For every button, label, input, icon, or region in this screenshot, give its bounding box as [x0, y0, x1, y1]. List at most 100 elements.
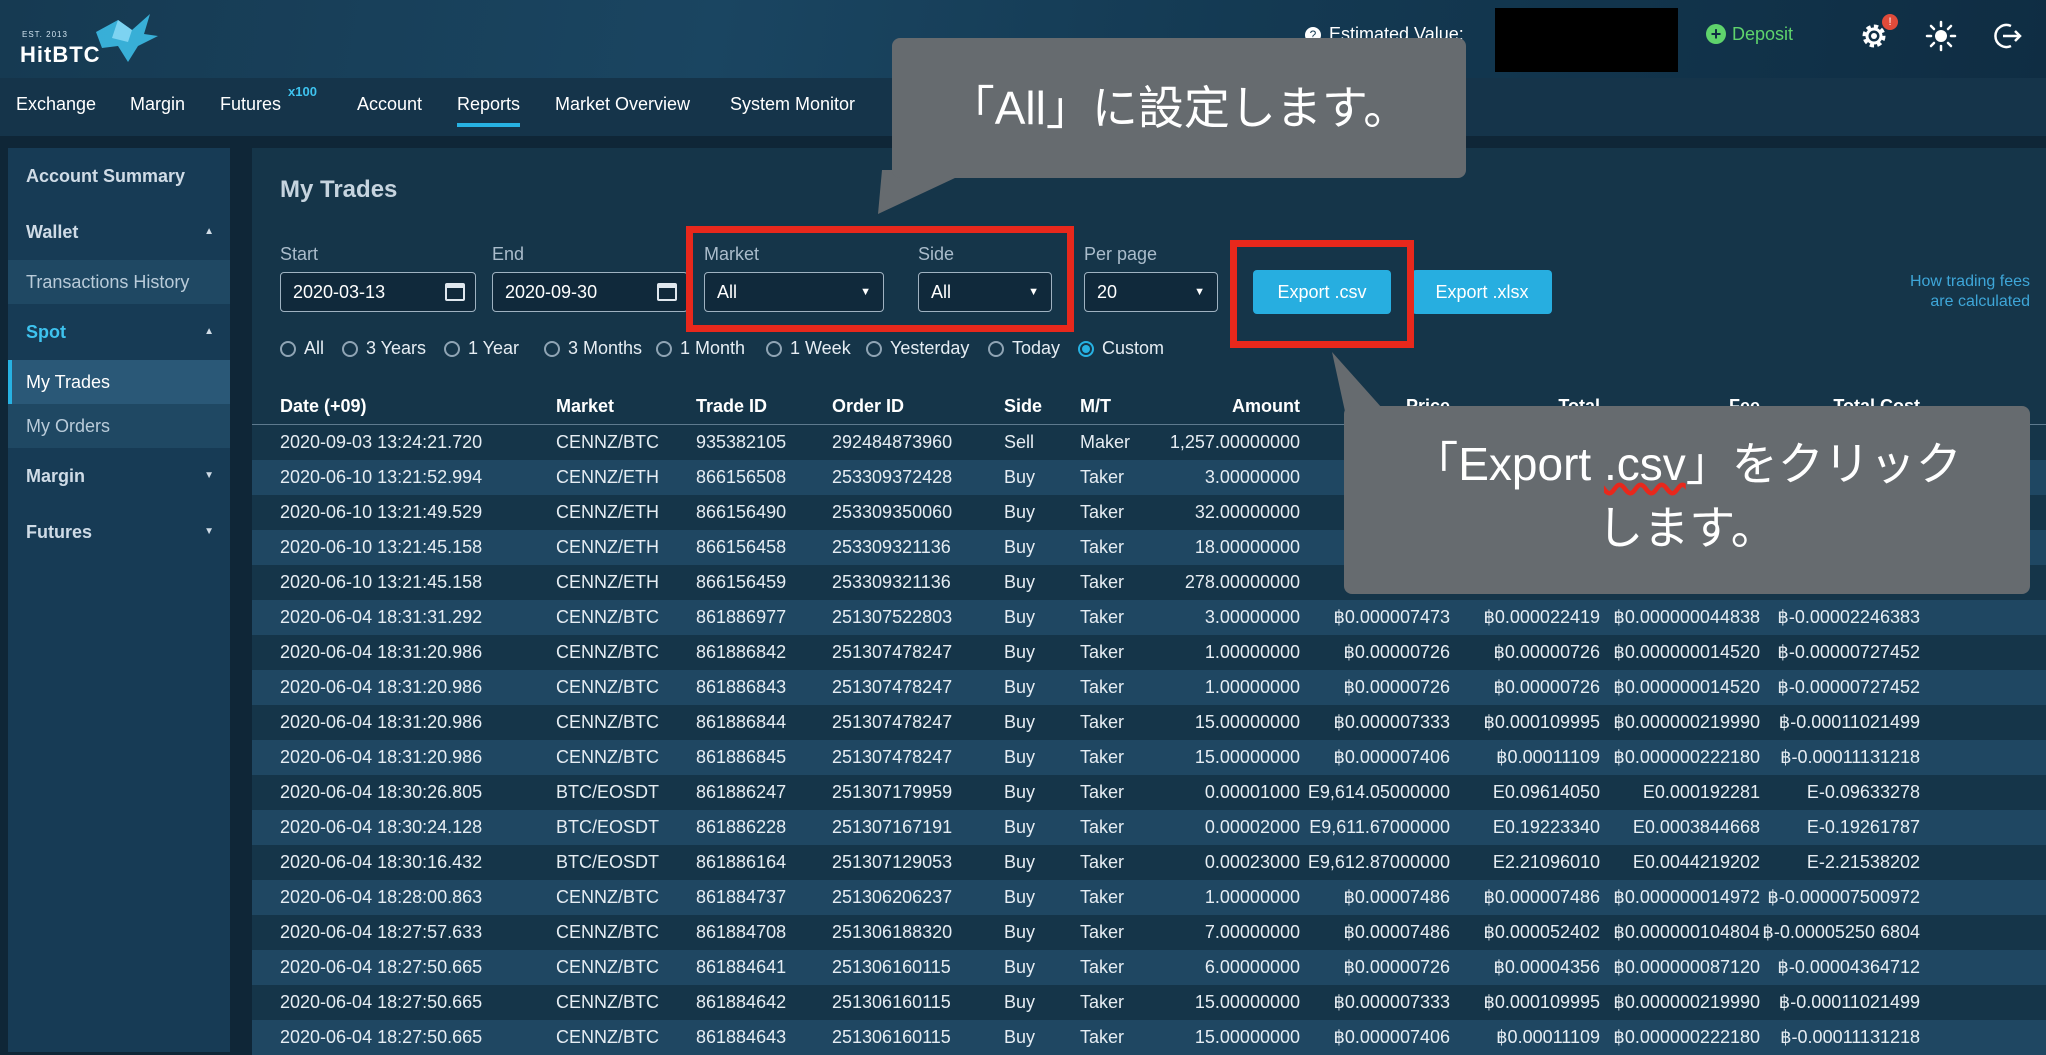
col-order-id[interactable]: Order ID — [832, 388, 1004, 425]
hitbtc-logo[interactable]: EST. 2013 HitBTC — [20, 12, 150, 66]
cell-price: ฿0.000007333 — [1300, 705, 1450, 740]
cell-trade-id: 861886844 — [696, 705, 832, 740]
nav-account[interactable]: Account — [357, 94, 422, 115]
sidebar-item-transactions-history[interactable]: Transactions History — [8, 260, 230, 304]
bull-icon — [88, 12, 164, 62]
cell-order-id: 292484873960 — [832, 425, 1004, 461]
cell-total-cost: ฿-0.00000727452 — [1760, 635, 1920, 670]
sidebar-item-wallet[interactable]: Wallet▲ — [8, 210, 230, 254]
table-row[interactable]: 2020-06-04 18:30:16.432BTC/EOSDT86188616… — [252, 845, 2046, 880]
col-amount[interactable]: Amount — [1164, 388, 1300, 425]
trading-fees-link[interactable]: How trading fees are calculated — [1820, 272, 2030, 312]
col-mt[interactable]: M/T — [1080, 388, 1164, 425]
table-row[interactable]: 2020-06-04 18:30:24.128BTC/EOSDT86188622… — [252, 810, 2046, 845]
cell-trade-id: 861884643 — [696, 1020, 832, 1055]
cell-amount: 1,257.00000000 — [1164, 425, 1300, 461]
period-3-years-radio[interactable]: 3 Years — [342, 338, 426, 359]
cell-fee: E0.000192281 — [1600, 775, 1760, 810]
cell-fee: ฿0.000000014520 — [1600, 635, 1760, 670]
cell-market: BTC/EOSDT — [556, 810, 696, 845]
cell-total-cost: ฿-0.00004364712 — [1760, 950, 1920, 985]
sidebar-item-account-summary[interactable]: Account Summary — [8, 154, 230, 198]
chevron-up-icon: ▲ — [204, 210, 214, 254]
cell-total-cost: ฿-0.00000727452 — [1760, 670, 1920, 705]
table-row[interactable]: 2020-06-04 18:28:00.863CENNZ/BTC86188473… — [252, 880, 2046, 915]
sidebar-item-my-orders[interactable]: My Orders — [8, 404, 230, 448]
theme-sun-icon[interactable] — [1925, 20, 1957, 52]
nav-market-overview[interactable]: Market Overview — [555, 94, 690, 115]
deposit-button[interactable]: +Deposit — [1706, 24, 1793, 45]
table-row[interactable]: 2020-06-04 18:27:57.633CENNZ/BTC86188470… — [252, 915, 2046, 950]
cell-trade-id: 861884708 — [696, 915, 832, 950]
col-side[interactable]: Side — [1004, 388, 1080, 425]
cell-market: CENNZ/BTC — [556, 950, 696, 985]
table-row[interactable]: 2020-06-04 18:27:50.665CENNZ/BTC86188464… — [252, 950, 2046, 985]
cell-fee: ฿0.000000219990 — [1600, 985, 1760, 1020]
cell-amount: 7.00000000 — [1164, 915, 1300, 950]
table-row[interactable]: 2020-06-04 18:31:20.986CENNZ/BTC86188684… — [252, 635, 2046, 670]
cell-date: 2020-06-10 13:21:52.994 — [280, 460, 556, 495]
table-row[interactable]: 2020-06-04 18:31:20.986CENNZ/BTC86188684… — [252, 740, 2046, 775]
cell-total: ฿0.000052402 — [1450, 915, 1600, 950]
cell-order-id: 251307478247 — [832, 740, 1004, 775]
nav-exchange[interactable]: Exchange — [16, 94, 96, 115]
cell-trade-id: 861886164 — [696, 845, 832, 880]
table-row[interactable]: 2020-06-04 18:31:20.986CENNZ/BTC86188684… — [252, 670, 2046, 705]
cell-fee: ฿0.000000014972 — [1600, 880, 1760, 915]
cell-fee: ฿0.000000104804 — [1600, 915, 1760, 950]
col-trade-id[interactable]: Trade ID — [696, 388, 832, 425]
cell-amount: 3.00000000 — [1164, 460, 1300, 495]
cell-mt: Maker — [1080, 425, 1164, 461]
period-today-radio[interactable]: Today — [988, 338, 1060, 359]
sidebar-item-spot[interactable]: Spot▲ — [8, 310, 230, 354]
cell-amount: 18.00000000 — [1164, 530, 1300, 565]
table-row[interactable]: 2020-06-04 18:27:50.665CENNZ/BTC86188464… — [252, 1020, 2046, 1055]
per-page-select[interactable]: 20▼ — [1084, 272, 1218, 312]
period-3-months-radio[interactable]: 3 Months — [544, 338, 642, 359]
cell-market: CENNZ/BTC — [556, 985, 696, 1020]
period-1-week-radio[interactable]: 1 Week — [766, 338, 851, 359]
cell-order-id: 251306160115 — [832, 1020, 1004, 1055]
col-date[interactable]: Date (+09) — [280, 388, 556, 425]
cell-market: CENNZ/BTC — [556, 600, 696, 635]
period-1-year-radio[interactable]: 1 Year — [444, 338, 519, 359]
table-row[interactable]: 2020-06-04 18:27:50.665CENNZ/BTC86188464… — [252, 985, 2046, 1020]
period-all-radio[interactable]: All — [280, 338, 324, 359]
table-row[interactable]: 2020-06-04 18:31:20.986CENNZ/BTC86188684… — [252, 705, 2046, 740]
end-date-field[interactable]: 2020-09-30 — [492, 272, 688, 312]
nav-reports[interactable]: Reports — [457, 94, 520, 127]
sidebar-item-margin[interactable]: Margin▼ — [8, 454, 230, 498]
calendar-icon[interactable] — [445, 283, 465, 301]
cell-market: CENNZ/BTC — [556, 880, 696, 915]
cell-order-id: 251307478247 — [832, 705, 1004, 740]
cell-market: CENNZ/BTC — [556, 670, 696, 705]
cell-mt: Taker — [1080, 915, 1164, 950]
period-custom-radio[interactable]: Custom — [1078, 338, 1164, 359]
cell-amount: 6.00000000 — [1164, 950, 1300, 985]
logout-icon[interactable] — [1991, 20, 2023, 52]
cell-amount: 3.00000000 — [1164, 600, 1300, 635]
calendar-icon[interactable] — [657, 283, 677, 301]
plus-icon: + — [1706, 24, 1726, 44]
cell-mt: Taker — [1080, 775, 1164, 810]
cell-side: Buy — [1004, 495, 1080, 530]
export-xlsx-button[interactable]: Export .xlsx — [1412, 270, 1552, 314]
cell-total-cost: ฿-0.00011131218 — [1760, 740, 1920, 775]
table-row[interactable]: 2020-06-04 18:31:31.292CENNZ/BTC86188697… — [252, 600, 2046, 635]
sidebar-item-futures[interactable]: Futures▼ — [8, 510, 230, 554]
col-market[interactable]: Market — [556, 388, 696, 425]
sidebar-item-my-trades[interactable]: My Trades — [8, 360, 230, 404]
cell-total: ฿0.000109995 — [1450, 705, 1600, 740]
cell-amount: 1.00000000 — [1164, 635, 1300, 670]
table-row[interactable]: 2020-06-04 18:30:26.805BTC/EOSDT86188624… — [252, 775, 2046, 810]
cell-total: ฿0.000022419 — [1450, 600, 1600, 635]
cell-total: ฿0.000109995 — [1450, 985, 1600, 1020]
start-date-field[interactable]: 2020-03-13 — [280, 272, 476, 312]
period-1-month-radio[interactable]: 1 Month — [656, 338, 745, 359]
nav-system-monitor[interactable]: System Monitor — [730, 94, 855, 115]
period-yesterday-radio[interactable]: Yesterday — [866, 338, 969, 359]
cell-order-id: 251307478247 — [832, 670, 1004, 705]
cell-side: Buy — [1004, 670, 1080, 705]
nav-futures[interactable]: Futures — [220, 94, 281, 115]
nav-margin[interactable]: Margin — [130, 94, 185, 115]
